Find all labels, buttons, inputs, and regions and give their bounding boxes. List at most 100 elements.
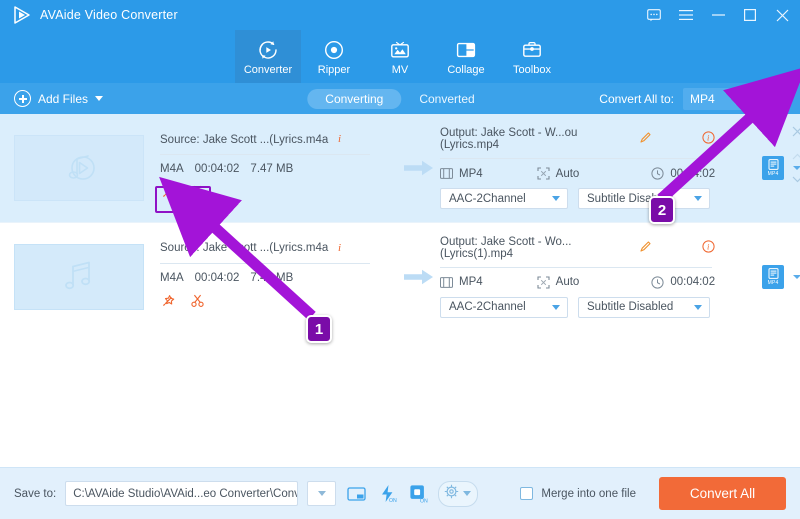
source-size: 7.47 MB xyxy=(250,163,294,175)
source-info-icon[interactable]: i xyxy=(335,241,345,256)
close-icon[interactable] xyxy=(774,7,790,23)
remove-file-icon[interactable] xyxy=(792,124,800,142)
annotation-badge-2: 2 xyxy=(649,196,675,224)
menu-icon[interactable] xyxy=(678,7,694,23)
file-thumbnail[interactable] xyxy=(14,243,144,310)
source-actions xyxy=(160,184,398,204)
source-actions xyxy=(160,293,398,313)
file-list: Source: Jake Scott ...(Lyrics.m4a i M4A … xyxy=(0,114,800,467)
title-bar: AVAide Video Converter xyxy=(0,0,800,30)
tab-converted[interactable]: Converted xyxy=(401,89,492,109)
preferences-button[interactable] xyxy=(438,480,479,507)
output-resolution-item: Auto xyxy=(537,167,579,180)
add-files-button[interactable]: Add Files xyxy=(14,90,104,107)
maximize-icon[interactable] xyxy=(742,7,758,23)
output-title-row: Output: Jake Scott - W...ou (Lyrics.mp4 … xyxy=(440,127,715,151)
scissors-trim-icon[interactable] xyxy=(190,293,205,313)
subtitle-value: Subtitle Disabled xyxy=(587,301,674,313)
output-resolution-item: Auto xyxy=(537,275,580,289)
tab-ripper[interactable]: Ripper xyxy=(301,30,367,83)
output-info-icon[interactable]: i xyxy=(702,239,715,256)
source-duration: 00:04:02 xyxy=(194,163,240,175)
enhance-wand-icon[interactable] xyxy=(161,293,176,313)
svg-text:i: i xyxy=(707,133,710,143)
source-filename: Source: Jake Scott ...(Lyrics.m4a xyxy=(160,133,329,146)
source-title-row: Source: Jake Scott ...(Lyrics.m4a i xyxy=(160,241,398,256)
tab-mv-label: MV xyxy=(391,64,409,76)
tab-converter[interactable]: Converter xyxy=(235,30,301,83)
source-info: Source: Jake Scott ...(Lyrics.m4a i M4A … xyxy=(144,132,398,204)
clock-icon xyxy=(651,275,664,289)
app-logo-icon xyxy=(12,5,32,25)
audio-track-select[interactable]: AAC-2Channel xyxy=(440,296,568,318)
open-folder-icon[interactable] xyxy=(345,483,367,505)
video-frame-icon xyxy=(440,276,453,288)
chevron-down-icon xyxy=(773,96,781,101)
music-note-icon xyxy=(65,261,91,289)
output-format: MP4 xyxy=(459,167,483,180)
window-controls xyxy=(646,7,790,23)
subtitle-select[interactable]: Subtitle Disabled xyxy=(578,188,710,209)
output-resolution: Auto xyxy=(555,276,580,288)
file-thumbnail[interactable] xyxy=(14,135,144,201)
plus-circle-icon xyxy=(14,90,31,107)
hardware-acceleration-on-icon[interactable]: ON xyxy=(376,483,398,505)
minimize-icon[interactable] xyxy=(710,7,726,23)
rename-pencil-icon[interactable] xyxy=(639,131,652,147)
tab-mv[interactable]: MV xyxy=(367,30,433,83)
save-to-input[interactable]: C:\AVAide Studio\AVAid...eo Converter\Co… xyxy=(65,481,299,506)
output-info-icon[interactable]: i xyxy=(702,131,715,147)
output-duration: 00:04:02 xyxy=(670,276,716,288)
output-format-item: MP4 xyxy=(440,276,483,288)
convert-all-to-select[interactable]: MP4 xyxy=(683,87,788,110)
save-to-history-dropdown[interactable] xyxy=(307,481,337,506)
move-up-icon[interactable] xyxy=(792,147,800,165)
convert-all-button[interactable]: Convert All xyxy=(659,477,786,510)
output-info: Output: Jake Scott - Wo... (Lyrics(1).mp… xyxy=(440,236,715,318)
format-chip-label: MP4 xyxy=(767,279,779,286)
file-format-icon xyxy=(768,267,779,279)
chevron-down-icon xyxy=(552,304,560,310)
feedback-icon[interactable] xyxy=(646,7,662,23)
divider xyxy=(440,158,712,159)
convert-all-to-label: Convert All to: xyxy=(599,91,674,106)
subtitle-select[interactable]: Subtitle Disabled xyxy=(578,296,710,318)
source-info-icon[interactable]: i xyxy=(335,132,345,147)
scissors-trim-icon[interactable] xyxy=(190,184,205,204)
chevron-down-icon xyxy=(463,491,472,496)
tab-toolbox[interactable]: Toolbox xyxy=(499,30,565,83)
enhance-wand-icon[interactable] xyxy=(161,184,176,204)
save-to-label: Save to: xyxy=(14,487,57,500)
tab-converting[interactable]: Converting xyxy=(307,88,402,109)
brand: AVAide Video Converter xyxy=(12,5,178,25)
svg-text:i: i xyxy=(707,241,710,251)
main-nav: Converter Ripper MV Collage Toolbox xyxy=(0,30,800,83)
video-frame-icon xyxy=(440,168,453,179)
output-filename: Output: Jake Scott - W...ou (Lyrics.mp4 xyxy=(440,127,578,151)
convert-all-to-value: MP4 xyxy=(690,91,715,106)
table-row[interactable]: Source: Jake Scott ...(Lyrics.m4a i M4A … xyxy=(0,114,800,222)
output-title-row: Output: Jake Scott - Wo... (Lyrics(1).mp… xyxy=(440,236,715,260)
collage-icon xyxy=(455,39,477,61)
output-format-chip[interactable]: MP4 xyxy=(762,156,785,180)
chevron-down-icon xyxy=(552,196,560,201)
source-size: 7.47 MB xyxy=(250,271,294,284)
gpu-acceleration-on-icon[interactable]: ON xyxy=(407,483,429,505)
chevron-down-icon[interactable] xyxy=(793,274,800,279)
source-meta: M4A 00:04:02 7.47 MB xyxy=(160,272,398,284)
audio-track-value: AAC-2Channel xyxy=(449,301,526,313)
mv-icon xyxy=(389,39,411,61)
move-down-icon[interactable] xyxy=(792,170,800,188)
output-format-chip[interactable]: MP4 xyxy=(762,264,785,289)
rename-pencil-icon[interactable] xyxy=(639,240,652,256)
source-filename: Source: Jake Scott ...(Lyrics.m4a xyxy=(160,242,329,254)
audio-track-select[interactable]: AAC-2Channel xyxy=(440,188,568,209)
preferences-gear-icon xyxy=(444,484,459,504)
svg-text:ON: ON xyxy=(389,498,397,503)
tab-collage-label: Collage xyxy=(447,64,485,76)
output-meta: MP4 Auto 00:04:02 xyxy=(440,275,716,289)
merge-into-one-file-checkbox[interactable]: Merge into one file xyxy=(520,487,636,500)
table-row[interactable]: Source: Jake Scott ...(Lyrics.m4a i M4A … xyxy=(0,222,800,330)
tab-collage[interactable]: Collage xyxy=(433,30,499,83)
chevron-down-icon[interactable] xyxy=(95,96,104,101)
